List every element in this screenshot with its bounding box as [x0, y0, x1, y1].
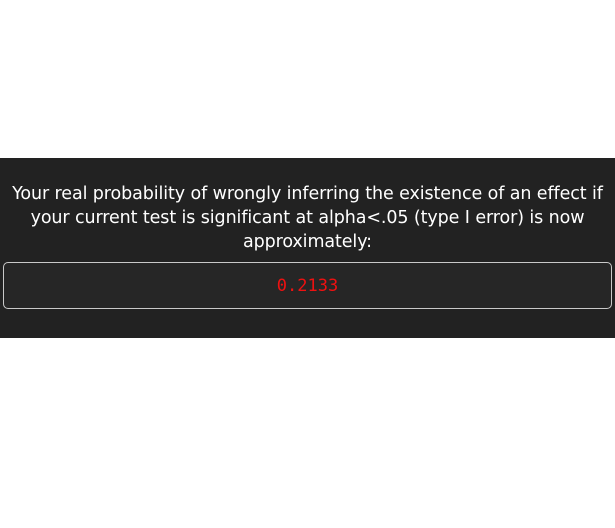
probability-output-box: 0.2133 [3, 262, 612, 309]
probability-value: 0.2133 [276, 275, 339, 296]
type-one-error-message: Your real probability of wrongly inferri… [12, 184, 603, 252]
result-panel: Your real probability of wrongly inferri… [0, 158, 615, 338]
